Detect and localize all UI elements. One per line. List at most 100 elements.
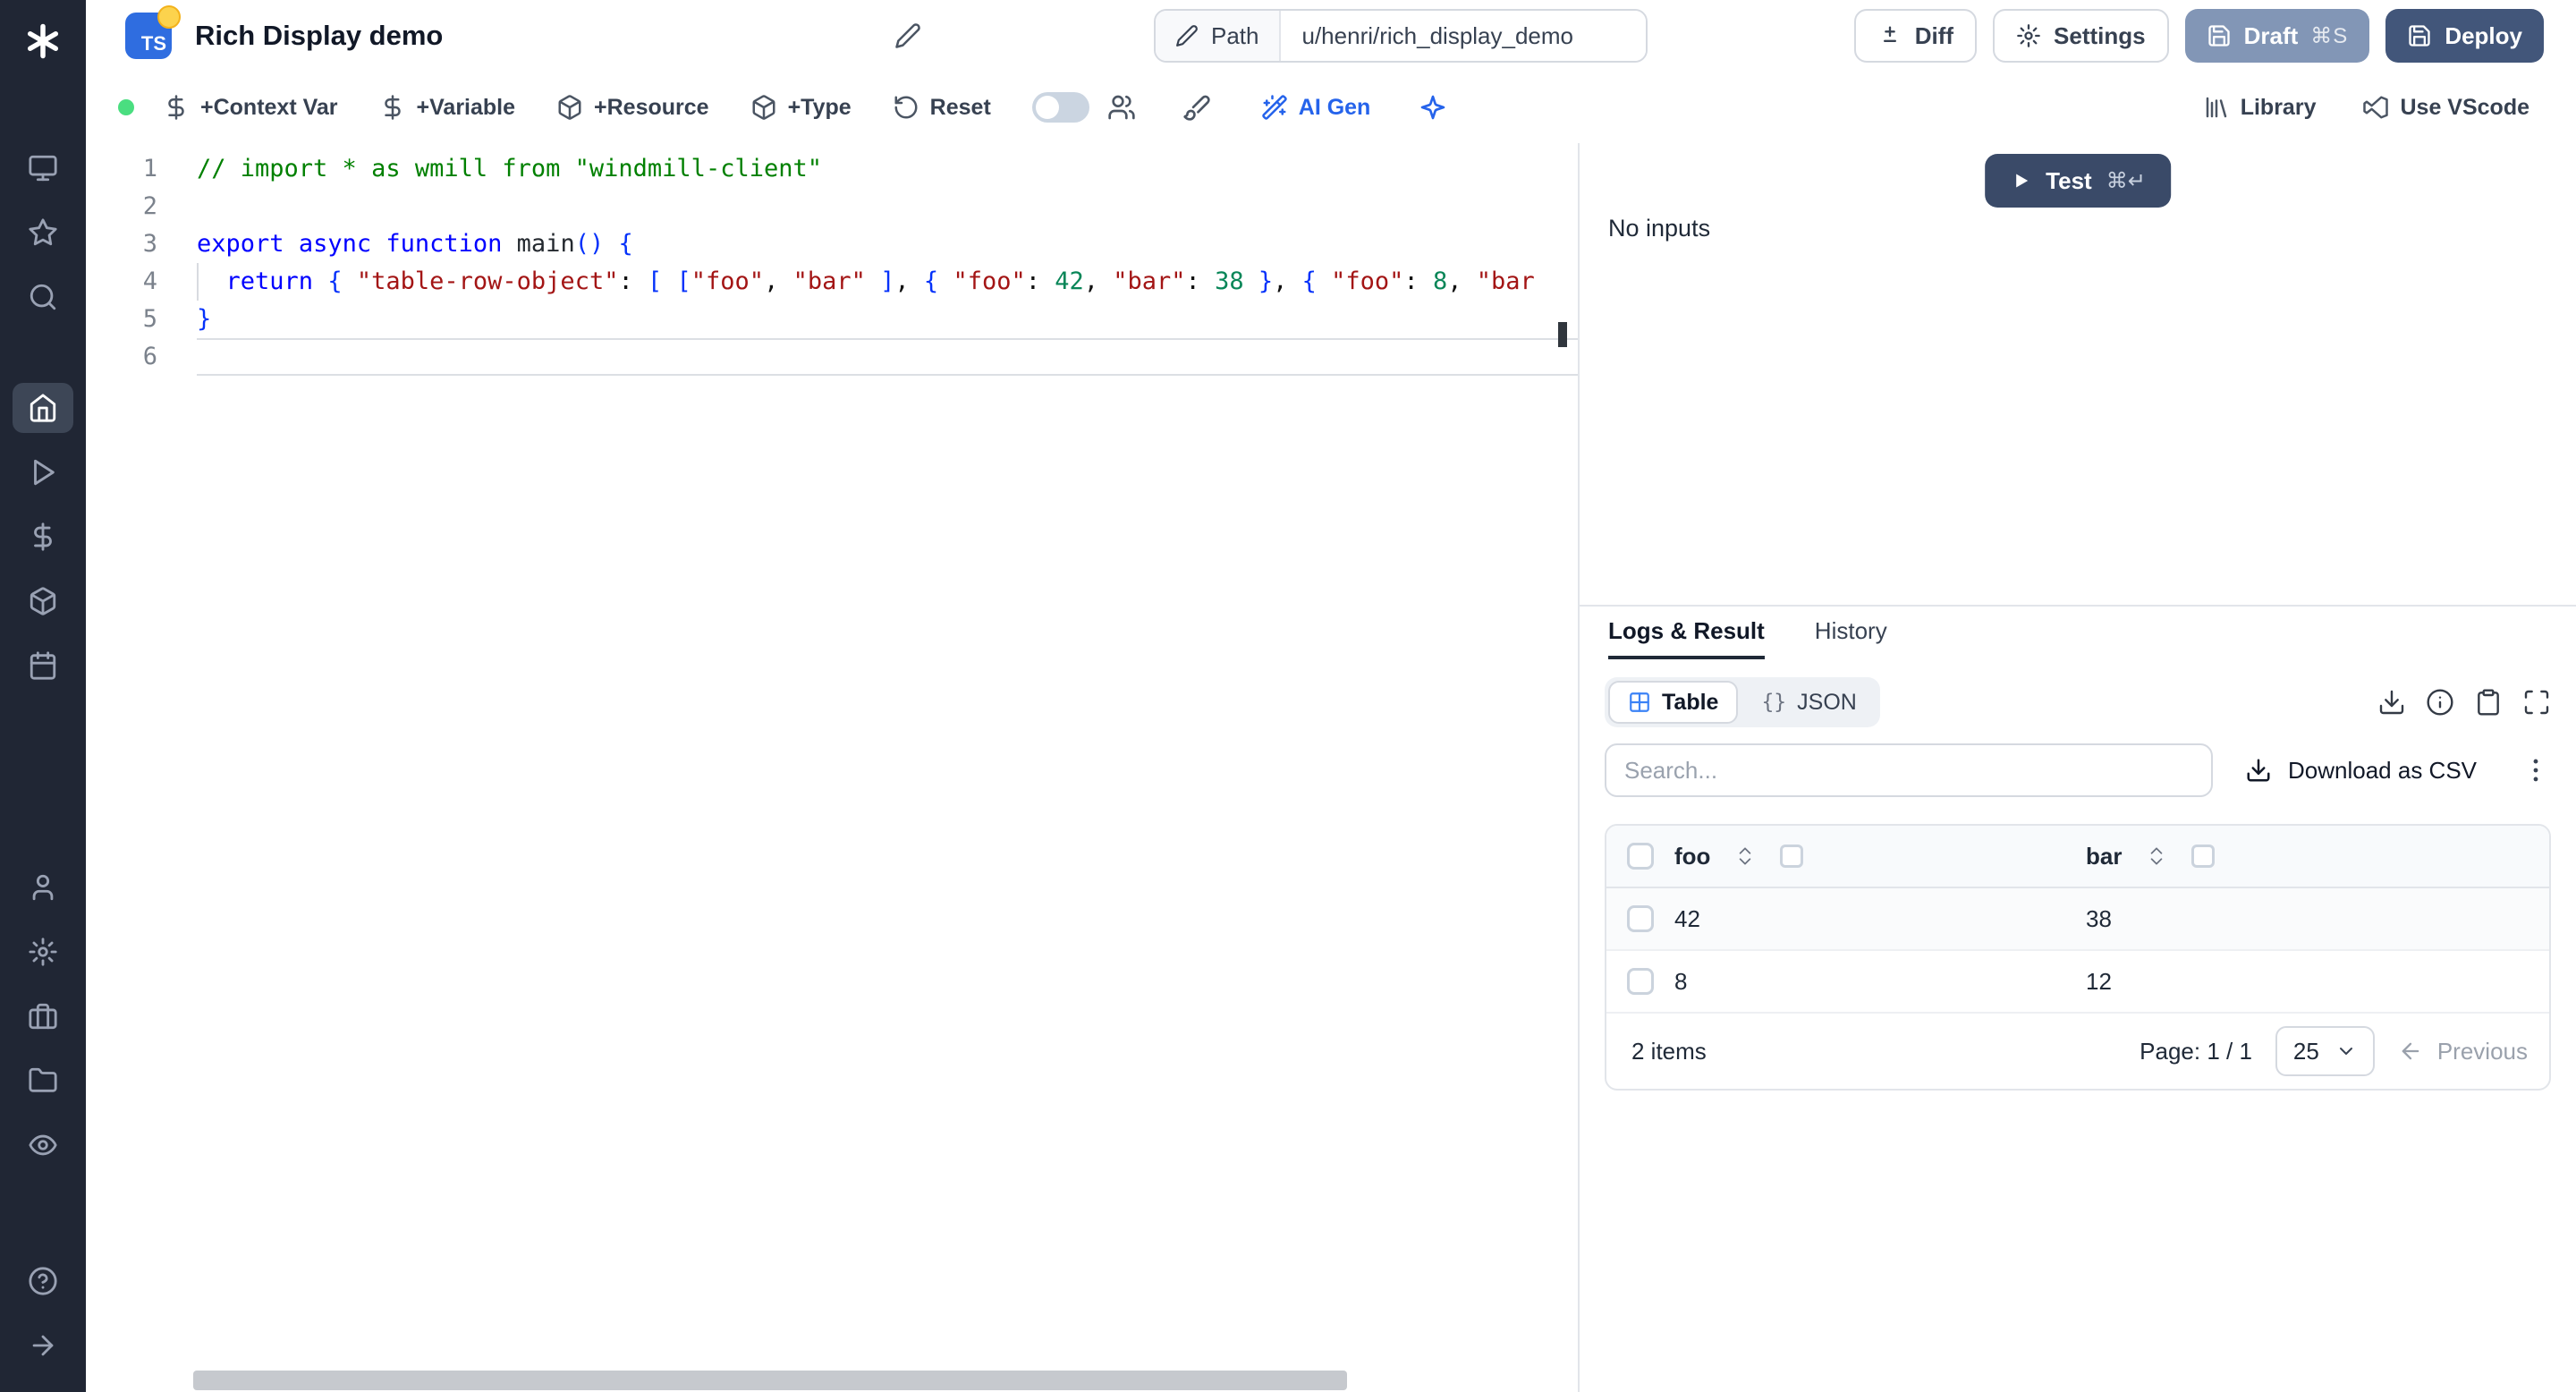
table-row[interactable]: 8 12 bbox=[1606, 951, 2549, 1014]
horizontal-scrollbar[interactable] bbox=[193, 1371, 1347, 1390]
typescript-badge-label: TS bbox=[141, 32, 166, 55]
folder-icon[interactable] bbox=[13, 1056, 73, 1106]
diff-button[interactable]: Diff bbox=[1854, 9, 1977, 63]
typescript-badge: TS bbox=[125, 13, 172, 59]
path-edit-button[interactable]: Path bbox=[1156, 11, 1281, 61]
column-select-checkbox[interactable] bbox=[2191, 845, 2215, 868]
sidebar bbox=[0, 0, 86, 1392]
line-number: 1 bbox=[86, 150, 157, 188]
play-icon bbox=[2010, 170, 2031, 191]
settings-button[interactable]: Settings bbox=[1993, 9, 2169, 63]
code-line[interactable]: } bbox=[197, 301, 1578, 338]
dollar-icon bbox=[379, 94, 406, 121]
line-number: 2 bbox=[86, 188, 157, 225]
search-icon[interactable] bbox=[13, 272, 73, 322]
copy-clipboard-icon[interactable] bbox=[2474, 688, 2503, 717]
row-checkbox[interactable] bbox=[1627, 905, 1654, 932]
view-table-toggle[interactable]: Table bbox=[1608, 681, 1738, 724]
sort-icon[interactable] bbox=[1733, 845, 1757, 868]
download-icon bbox=[2245, 757, 2272, 784]
user-icon[interactable] bbox=[13, 862, 73, 912]
format-brush-icon[interactable] bbox=[1182, 93, 1211, 122]
draft-button[interactable]: Draft ⌘S bbox=[2185, 9, 2370, 63]
sort-icon[interactable] bbox=[2145, 845, 2168, 868]
app-window: TS Rich Display demo Path u/henri/rich_d… bbox=[0, 0, 2576, 1392]
runs-play-icon[interactable] bbox=[13, 447, 73, 497]
cell-value: 42 bbox=[1674, 905, 1700, 933]
reset-icon bbox=[893, 94, 919, 121]
code-line[interactable]: // import * as wmill from "windmill-clie… bbox=[197, 150, 1578, 188]
library-icon bbox=[2203, 94, 2230, 121]
expand-icon[interactable] bbox=[2522, 688, 2551, 717]
expand-sidebar-arrow-icon[interactable] bbox=[13, 1320, 73, 1371]
row-checkbox[interactable] bbox=[1627, 968, 1654, 995]
users-icon[interactable] bbox=[1107, 93, 1136, 122]
wand-icon bbox=[1261, 94, 1288, 121]
kebab-menu-icon[interactable] bbox=[2521, 755, 2551, 785]
braces-icon: {} bbox=[1761, 691, 1786, 714]
library-button[interactable]: Library bbox=[2203, 94, 2317, 121]
test-button[interactable]: Test ⌘↵ bbox=[1985, 154, 2171, 208]
code-line[interactable] bbox=[197, 338, 1578, 376]
previous-page-button[interactable]: Previous bbox=[2398, 1038, 2528, 1065]
column-header-bar[interactable]: bar bbox=[2086, 843, 2122, 870]
add-context-var-button[interactable]: +Context Var bbox=[163, 94, 338, 121]
test-shortcut: ⌘↵ bbox=[2106, 168, 2146, 194]
code-line[interactable]: export async function main() { bbox=[197, 225, 1578, 263]
code-line[interactable]: return { "table-row-object": [ ["foo", "… bbox=[197, 263, 1578, 301]
column-select-checkbox[interactable] bbox=[1780, 845, 1803, 868]
add-type-button[interactable]: +Type bbox=[750, 94, 852, 121]
tab-logs-result[interactable]: Logs & Result bbox=[1608, 617, 1765, 659]
help-icon[interactable] bbox=[13, 1256, 73, 1306]
variables-dollar-icon[interactable] bbox=[13, 512, 73, 562]
code-line[interactable] bbox=[197, 188, 1578, 225]
code-editor[interactable]: 123456 // import * as wmill from "windmi… bbox=[86, 143, 1580, 1392]
right-panel: Test ⌘↵ No inputs Logs & Result History bbox=[1580, 143, 2576, 1392]
cell-value: 38 bbox=[2086, 905, 2112, 933]
info-icon[interactable] bbox=[2426, 688, 2454, 717]
star-icon[interactable] bbox=[13, 208, 73, 258]
home-icon[interactable] bbox=[13, 383, 73, 433]
collab-toggle[interactable] bbox=[1032, 92, 1089, 123]
windmill-logo[interactable] bbox=[16, 14, 70, 68]
cell-value: 12 bbox=[2086, 968, 2112, 996]
sparkles-icon[interactable] bbox=[1419, 93, 1447, 122]
view-json-toggle[interactable]: {} JSON bbox=[1741, 681, 1876, 724]
ai-gen-button[interactable]: AI Gen bbox=[1261, 94, 1371, 121]
schedules-calendar-icon[interactable] bbox=[13, 641, 73, 691]
save-icon bbox=[2407, 23, 2432, 48]
cell-value: 8 bbox=[1674, 968, 1687, 996]
path-value[interactable]: u/henri/rich_display_demo bbox=[1281, 11, 1646, 61]
box-icon bbox=[750, 94, 777, 121]
draft-shortcut: ⌘S bbox=[2310, 23, 2348, 49]
add-variable-button[interactable]: +Variable bbox=[379, 94, 516, 121]
eye-icon[interactable] bbox=[13, 1120, 73, 1170]
vscode-icon bbox=[2362, 94, 2389, 121]
add-resource-button[interactable]: +Resource bbox=[556, 94, 709, 121]
header: TS Rich Display demo Path u/henri/rich_d… bbox=[86, 0, 2576, 72]
table-row[interactable]: 42 38 bbox=[1606, 888, 2549, 951]
use-vscode-button[interactable]: Use VScode bbox=[2362, 94, 2529, 121]
deploy-button[interactable]: Deploy bbox=[2385, 9, 2544, 63]
chevron-down-icon bbox=[2335, 1040, 2357, 1062]
reset-button[interactable]: Reset bbox=[893, 94, 991, 121]
editor-toolbar: +Context Var +Variable +Resource +Type R… bbox=[86, 72, 2576, 143]
edit-title-pencil-icon[interactable] bbox=[894, 22, 921, 49]
test-panel: Test ⌘↵ No inputs bbox=[1580, 143, 2576, 607]
search-input[interactable] bbox=[1605, 743, 2213, 797]
workers-briefcase-icon[interactable] bbox=[13, 991, 73, 1041]
resources-package-icon[interactable] bbox=[13, 576, 73, 626]
results-area: Table {} JSON bbox=[1580, 659, 2576, 1392]
download-result-icon[interactable] bbox=[2377, 688, 2406, 717]
path-group: Path u/henri/rich_display_demo bbox=[1154, 9, 1648, 63]
editor-lines: // import * as wmill from "windmill-clie… bbox=[179, 150, 1578, 1392]
download-csv-button[interactable]: Download as CSV bbox=[2245, 757, 2477, 785]
column-header-foo[interactable]: foo bbox=[1674, 843, 1710, 870]
page-size-select[interactable]: 25 bbox=[2275, 1026, 2375, 1076]
status-dot bbox=[118, 99, 134, 115]
select-all-checkbox[interactable] bbox=[1627, 843, 1654, 870]
tab-history[interactable]: History bbox=[1815, 617, 1887, 659]
monitor-icon[interactable] bbox=[13, 143, 73, 193]
gear-icon bbox=[2016, 23, 2041, 48]
gear-icon[interactable] bbox=[13, 927, 73, 977]
